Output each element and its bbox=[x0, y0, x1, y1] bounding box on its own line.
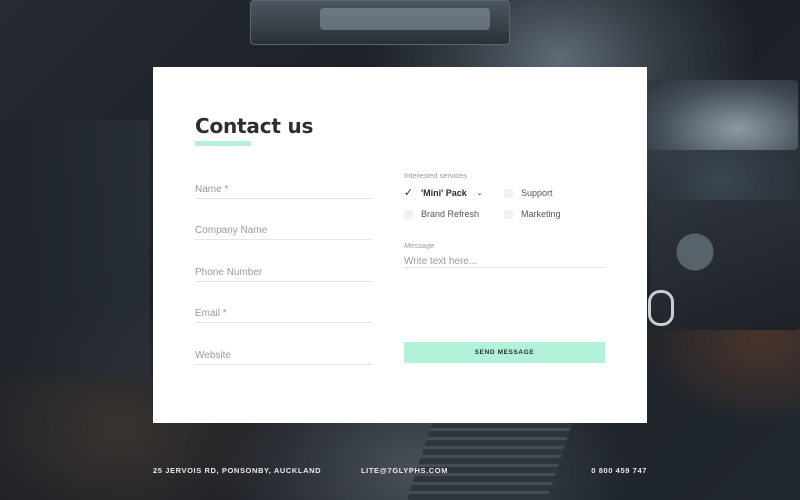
checkbox[interactable] bbox=[504, 188, 513, 198]
phone-input[interactable] bbox=[195, 263, 372, 282]
footer-phone-link[interactable]: 0 800 459 747 bbox=[591, 466, 647, 475]
company-input[interactable] bbox=[195, 221, 372, 240]
service-option-mini-pack[interactable]: ✓ 'Mini' Pack ⌄ bbox=[404, 187, 483, 198]
name-field[interactable] bbox=[195, 179, 372, 199]
service-option-brand-refresh[interactable]: Brand Refresh bbox=[404, 209, 479, 219]
company-field[interactable] bbox=[195, 220, 372, 240]
contact-card: Contact us Interested services ✓ 'Mini' … bbox=[153, 67, 647, 423]
message-label: Message bbox=[404, 241, 435, 250]
service-label: Marketing bbox=[521, 209, 561, 219]
checkbox[interactable] bbox=[504, 209, 513, 219]
services-label: Interested services bbox=[404, 171, 467, 180]
message-input[interactable] bbox=[404, 253, 605, 270]
footer-address: 25 JERVOIS RD, PONSONBY, AUCKLAND bbox=[153, 466, 322, 475]
checkmark-icon[interactable]: ✓ bbox=[404, 187, 413, 198]
phone-field[interactable] bbox=[195, 262, 372, 282]
checkbox[interactable] bbox=[404, 209, 413, 219]
footer: 25 JERVOIS RD, PONSONBY, AUCKLAND LITE@7… bbox=[153, 466, 647, 476]
message-field[interactable] bbox=[404, 251, 605, 270]
email-input[interactable] bbox=[195, 304, 372, 323]
website-field[interactable] bbox=[195, 345, 372, 365]
page-title: Contact us bbox=[195, 114, 314, 138]
service-option-marketing[interactable]: Marketing bbox=[504, 209, 561, 219]
service-label: Support bbox=[521, 188, 553, 198]
service-label: 'Mini' Pack bbox=[421, 188, 467, 198]
service-label: Brand Refresh bbox=[421, 209, 480, 219]
footer-email-link[interactable]: LITE@7GLYPHS.COM bbox=[361, 466, 448, 475]
service-option-support[interactable]: Support bbox=[504, 188, 553, 198]
email-field[interactable] bbox=[195, 303, 372, 323]
title-underline bbox=[195, 141, 251, 146]
name-input[interactable] bbox=[195, 180, 372, 199]
chevron-down-icon: ⌄ bbox=[476, 190, 483, 197]
send-message-button[interactable]: SEND MESSAGE bbox=[404, 342, 605, 363]
website-input[interactable] bbox=[195, 346, 372, 365]
